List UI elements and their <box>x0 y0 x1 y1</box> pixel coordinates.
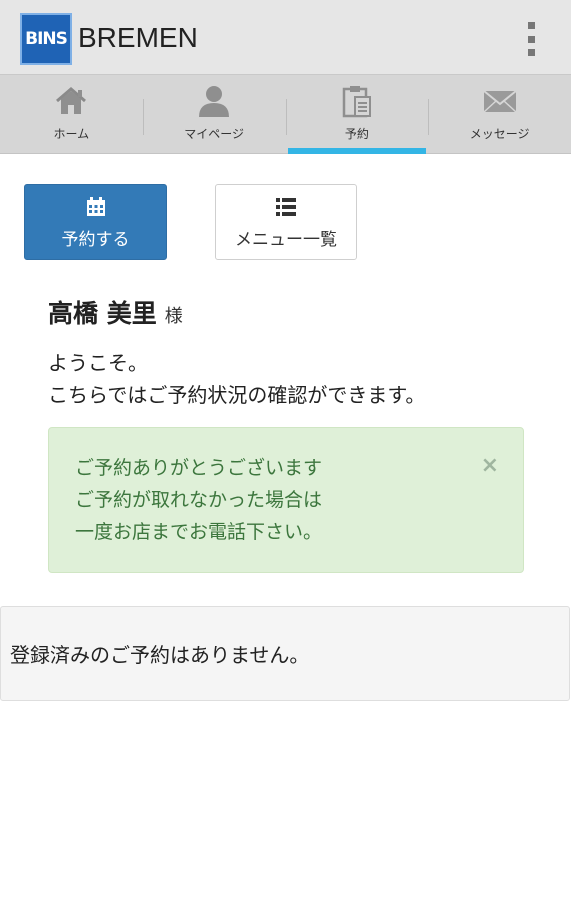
tab-message[interactable]: メッセージ <box>428 75 571 153</box>
alert-line-2: ご予約が取れなかった場合は <box>75 489 323 511</box>
alert-line-3: 一度お店までお電話下さい。 <box>75 521 323 543</box>
list-icon <box>276 195 296 219</box>
welcome-line-1: ようこそ。 <box>48 351 148 375</box>
reservation-alert: ご予約ありがとうございます ご予約が取れなかった場合は 一度お店までお電話下さい… <box>48 427 524 573</box>
calendar-icon <box>86 195 106 219</box>
empty-reservations-message: 登録済みのご予約はありません。 <box>10 643 310 667</box>
home-icon <box>54 83 88 119</box>
tab-mypage[interactable]: マイページ <box>142 75 286 153</box>
tab-reservation[interactable]: 予約 <box>285 75 429 154</box>
welcome-line-2: こちらではご予約状況の確認ができます。 <box>48 383 426 407</box>
app-logo: BINS <box>20 13 72 65</box>
reserve-button[interactable]: 予約する <box>24 184 167 260</box>
clipboard-icon <box>342 83 372 119</box>
tab-home[interactable]: ホーム <box>0 75 143 153</box>
user-name: 高橋 美里 <box>48 299 157 328</box>
app-bar: BINS BREMEN <box>0 0 571 74</box>
menu-list-button[interactable]: メニュー一覧 <box>215 184 357 260</box>
reserve-button-label: 予約する <box>61 229 130 250</box>
tab-mypage-label: マイページ <box>184 127 244 141</box>
user-honorific: 様 <box>164 306 183 327</box>
user-greeting: 高橋 美里 様 <box>48 294 183 330</box>
reservation-list-panel: 登録済みのご予約はありません。 <box>0 606 570 701</box>
menu-list-button-label: メニュー一覧 <box>235 229 337 250</box>
tab-reservation-label: 予約 <box>344 127 369 141</box>
mail-icon <box>482 83 517 119</box>
alert-line-1: ご予約ありがとうございます <box>75 457 323 479</box>
welcome-message: ようこそ。 こちらではご予約状況の確認ができます。 <box>48 347 425 411</box>
overflow-menu-icon[interactable] <box>525 22 537 56</box>
tab-bar: ホーム マイページ 予約 メッセージ <box>0 74 571 154</box>
app-title: BREMEN <box>78 22 198 53</box>
tab-message-label: メッセージ <box>469 127 530 141</box>
person-icon <box>197 83 231 119</box>
close-icon[interactable]: × <box>481 450 499 482</box>
tab-home-label: ホーム <box>53 127 90 141</box>
